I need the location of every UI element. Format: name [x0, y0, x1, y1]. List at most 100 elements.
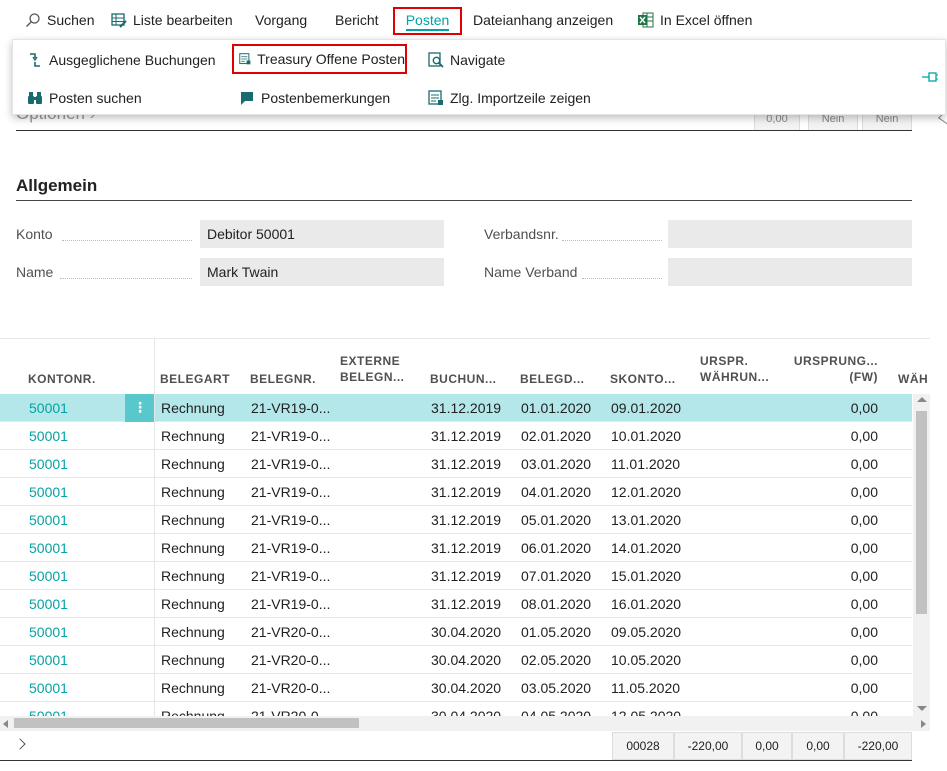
allgemein-heading[interactable]: Allgemein: [16, 176, 97, 196]
posten-action[interactable]: Posten: [393, 7, 462, 35]
posten-menu: Ausgeglichene Buchungen Treasury Offene …: [12, 39, 946, 115]
table-row[interactable]: 50001 Rechnung 21-VR19-0... 31.12.2019 01.01…: [0, 394, 912, 422]
cell-ursprung-fw: 0,00: [850, 596, 878, 612]
cell-kontonr[interactable]: 50001: [29, 562, 119, 590]
divider: [16, 130, 912, 131]
table-row[interactable]: 50001 Rechnung 21-VR19-0... 31.12.2019 08.01…: [0, 590, 912, 618]
cell-buchungsdatum: 31.12.2019: [431, 512, 502, 528]
cell-belegdatum: 05.01.2020: [521, 512, 592, 528]
cell-kontonr[interactable]: 50001: [29, 590, 119, 618]
pin-icon[interactable]: [921, 70, 939, 84]
cell-belegdatum: 02.05.2020: [521, 652, 592, 668]
cell-urspr-waehrung: [701, 478, 786, 506]
applied-entries-icon: [30, 53, 40, 67]
cell-ursprung-fw: 0,00: [850, 512, 878, 528]
col-header-externe-belegnr[interactable]: EXTERNE BELEGN...: [340, 353, 410, 385]
cell-externe-belegnr: [341, 618, 426, 646]
menu-item-entry-comments[interactable]: Postenbemerkungen: [239, 86, 390, 110]
menu-item-label: Postenbemerkungen: [261, 90, 391, 106]
cell-ursprung-fw: 0,00: [850, 540, 878, 556]
bericht-action[interactable]: Bericht: [335, 0, 379, 40]
cell-buchungsdatum: 31.12.2019: [431, 540, 502, 556]
col-header-ursprung-fw[interactable]: URSPRUNG... (FW): [790, 353, 878, 385]
scroll-down-icon[interactable]: [917, 706, 927, 711]
cell-belegnr: 21-VR19-0...: [251, 540, 331, 556]
cell-buchungsdatum: 31.12.2019: [431, 428, 502, 444]
name-verband-field[interactable]: [668, 258, 912, 286]
cell-kontonr[interactable]: 50001: [29, 450, 119, 478]
menu-item-treasury-entries[interactable]: Treasury Offene Posten: [232, 44, 407, 74]
row-actions-icon[interactable]: ⋮: [125, 394, 155, 422]
cell-kontonr[interactable]: 50001: [29, 478, 119, 506]
table-row[interactable]: 50001 Rechnung 21-VR20-0... 30.04.2020 02.05…: [0, 646, 912, 674]
menu-item-label: Zlg. Importzeile zeigen: [450, 90, 591, 106]
menu-item-import-line[interactable]: Zlg. Importzeile zeigen: [428, 86, 591, 110]
col-header-buchungsdatum[interactable]: BUCHUN...: [430, 371, 497, 387]
navigate-icon: [428, 52, 444, 68]
konto-field[interactable]: Debitor 50001: [200, 220, 444, 248]
total-value: 0,00: [792, 732, 844, 760]
cell-belegart: Rechnung: [161, 456, 225, 472]
col-header-urspr-waehrung[interactable]: URSPR. WÄHRUN...: [700, 353, 775, 385]
cell-externe-belegnr: [341, 478, 426, 506]
col-header-belegart[interactable]: BELEGART: [160, 371, 230, 387]
vorgang-action[interactable]: Vorgang: [255, 0, 307, 40]
name-field[interactable]: Mark Twain: [200, 258, 444, 286]
scroll-left-icon[interactable]: [3, 720, 8, 728]
cell-ursprung-fw: 0,00: [850, 400, 878, 416]
menu-item-label: Treasury Offene Posten: [257, 51, 405, 67]
attachment-action[interactable]: Dateianhang anzeigen: [473, 0, 613, 40]
menu-item-navigate[interactable]: Navigate: [428, 48, 505, 72]
excel-action[interactable]: In Excel öffnen: [638, 0, 752, 40]
table-row[interactable]: 50001 Rechnung 21-VR19-0... 31.12.2019 05.01…: [0, 506, 912, 534]
table-row[interactable]: 50001 Rechnung 21-VR19-0... 31.12.2019 04.01…: [0, 478, 912, 506]
cell-kontonr[interactable]: 50001: [29, 674, 119, 702]
cell-externe-belegnr: [341, 422, 426, 450]
search-action[interactable]: Suchen: [25, 0, 94, 40]
cell-kontonr[interactable]: 50001: [29, 506, 119, 534]
cell-buchungsdatum: 31.12.2019: [431, 400, 502, 416]
cell-kontonr[interactable]: 50001: [29, 422, 119, 450]
table-row[interactable]: 50001 Rechnung 21-VR19-0... 31.12.2019 03.01…: [0, 450, 912, 478]
menu-item-applied-entries[interactable]: Ausgeglichene Buchungen: [27, 48, 216, 72]
col-header-belegnr[interactable]: BELEGNR.: [250, 371, 316, 387]
cell-kontonr[interactable]: 50001: [29, 646, 119, 674]
col-header-skonto[interactable]: SKONTO...: [610, 371, 676, 387]
edit-list-action[interactable]: Liste bearbeiten: [111, 0, 233, 40]
cell-buchungsdatum: 31.12.2019: [431, 596, 502, 612]
table-row[interactable]: 50001 Rechnung 21-VR19-0... 31.12.2019 06.01…: [0, 534, 912, 562]
cell-externe-belegnr: [341, 394, 426, 422]
col-header-belegdatum[interactable]: BELEGD...: [520, 371, 585, 387]
cell-urspr-waehrung: [701, 674, 786, 702]
field-dots: [60, 278, 192, 279]
vertical-scroll-thumb[interactable]: [916, 411, 927, 614]
scroll-right-icon[interactable]: [921, 720, 926, 728]
cell-skonto: 16.01.2020: [611, 596, 682, 612]
cell-buchungsdatum: 31.12.2019: [431, 456, 502, 472]
menu-item-find-entries[interactable]: Posten suchen: [27, 86, 142, 110]
cell-belegart: Rechnung: [161, 512, 225, 528]
scroll-up-icon[interactable]: [917, 397, 927, 402]
cell-ursprung-fw: 0,00: [850, 624, 878, 640]
cell-belegnr: 21-VR19-0...: [251, 568, 331, 584]
cell-urspr-waehrung: [701, 450, 786, 478]
verbandsnr-field[interactable]: [668, 220, 912, 248]
col-header-kontonr[interactable]: KONTONR.: [28, 371, 96, 387]
table-row[interactable]: 50001 Rechnung 21-VR19-0... 31.12.2019 07.01…: [0, 562, 912, 590]
col-header-waehrung[interactable]: WÄH: [898, 371, 928, 387]
cell-belegart: Rechnung: [161, 680, 225, 696]
table-row[interactable]: 50001 Rechnung 21-VR19-0... 31.12.2019 02.01…: [0, 422, 912, 450]
table-row[interactable]: 50001 Rechnung 21-VR20-0... 30.04.2020 01.05…: [0, 618, 912, 646]
table-row[interactable]: 50001 Rechnung 21-VR20-0... 30.04.2020 03.05…: [0, 674, 912, 702]
vorgang-label: Vorgang: [255, 12, 308, 28]
menu-item-label: Ausgeglichene Buchungen: [49, 52, 216, 68]
cell-ursprung-fw: 0,00: [850, 680, 878, 696]
cell-kontonr[interactable]: 50001: [29, 394, 119, 422]
cell-kontonr[interactable]: 50001: [29, 618, 119, 646]
cell-kontonr[interactable]: 50001: [29, 534, 119, 562]
cell-skonto: 11.01.2020: [611, 456, 681, 472]
horizontal-scroll-thumb[interactable]: [14, 718, 359, 728]
cell-belegnr: 21-VR19-0...: [251, 400, 331, 416]
cell-belegnr: 21-VR19-0...: [251, 428, 331, 444]
cell-urspr-waehrung: [701, 618, 786, 646]
